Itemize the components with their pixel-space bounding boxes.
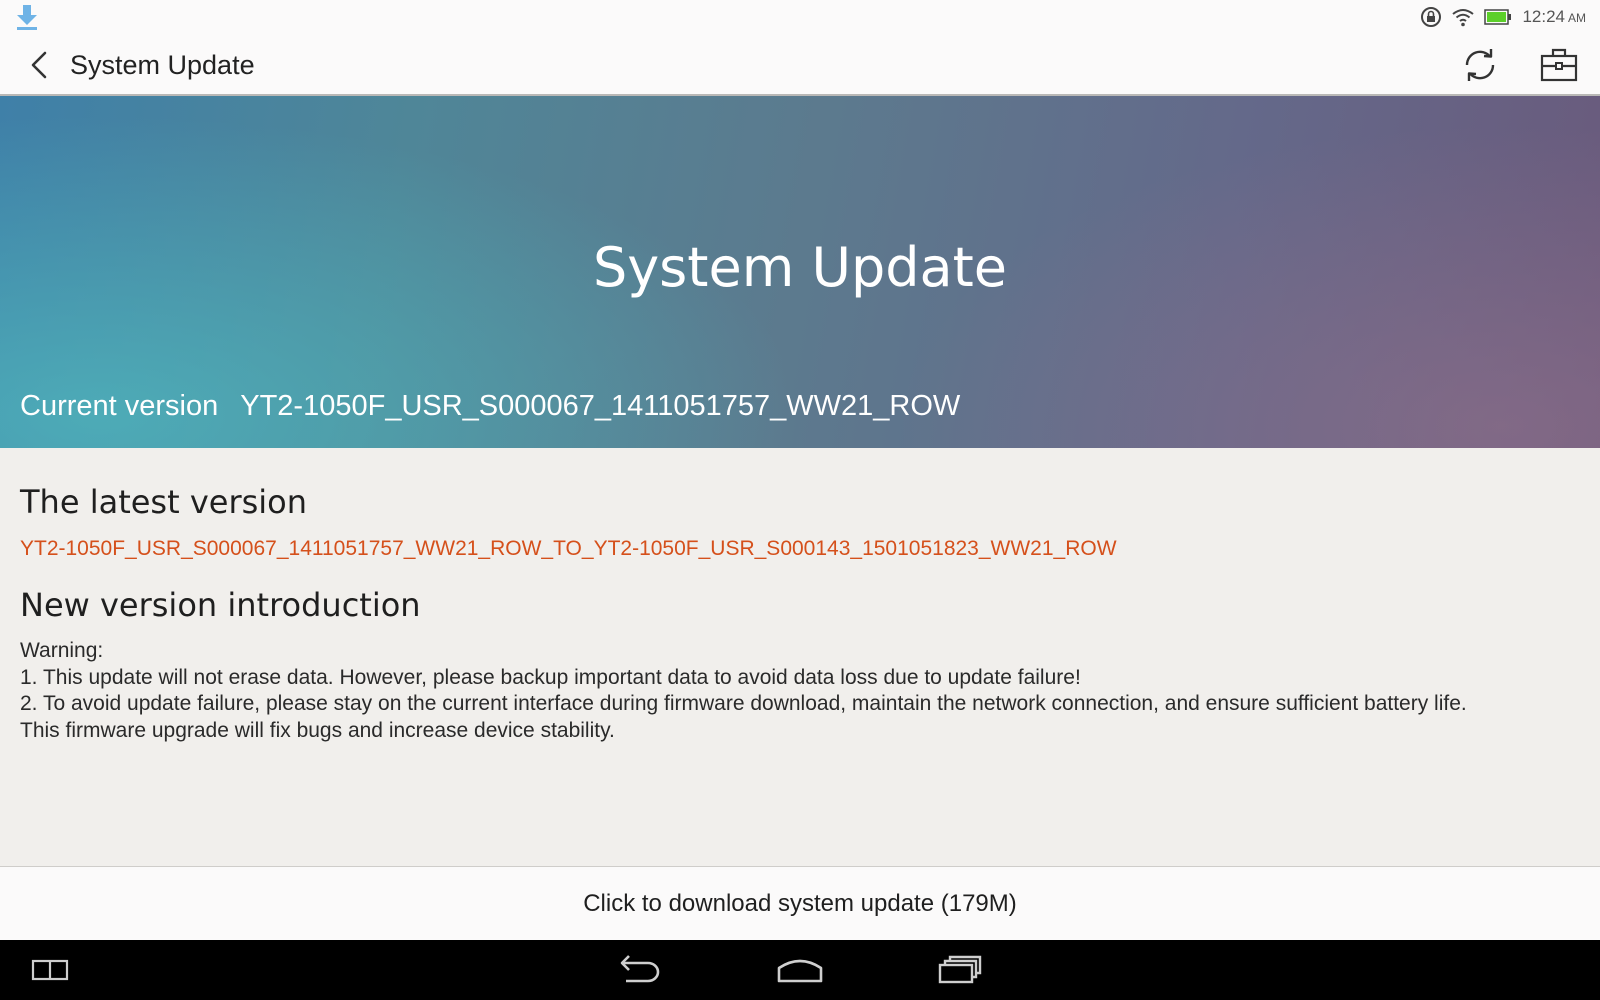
recent-apps-icon[interactable] (936, 950, 984, 990)
download-update-button[interactable]: Click to download system update (179M) (0, 866, 1600, 940)
screen: 12:24 AM System Update System Update Curr… (0, 0, 1600, 1000)
battery-icon (1484, 9, 1512, 25)
action-bar-title: System Update (70, 50, 255, 80)
status-clock: 12:24 AM (1522, 7, 1586, 27)
download-update-label: Click to download system update (179M) (583, 890, 1017, 917)
latest-version-heading: The latest version (20, 483, 308, 521)
introduction-line: 1. This update will not erase data. Howe… (20, 665, 1081, 689)
lock-rotation-icon (1421, 7, 1442, 27)
home-icon[interactable] (776, 950, 824, 990)
wifi-icon (1452, 9, 1475, 27)
current-version-label: Current version (20, 390, 219, 422)
action-bar: System Update (0, 34, 1600, 96)
status-icons: 12:24 AM (1420, 4, 1586, 30)
hero-banner: System Update Current version YT2-1050F_U… (0, 96, 1600, 448)
download-icon (17, 5, 37, 30)
toolbox-icon[interactable] (1538, 46, 1580, 84)
current-version-row: Current version YT2-1050F_USR_S000067_141… (20, 388, 960, 424)
back-nav-icon[interactable] (616, 950, 664, 990)
current-version-value: YT2-1050F_USR_S000067_1411051757_WW21_RO… (240, 390, 961, 422)
update-details: The latest version YT2-1050F_USR_S000067… (0, 448, 1600, 866)
status-bar: 12:24 AM (0, 0, 1600, 34)
introduction-heading: New version introduction (20, 586, 421, 624)
status-time-ampm: AM (1568, 11, 1586, 25)
back-arrow-icon[interactable] (22, 48, 56, 82)
navigation-bar (0, 940, 1600, 1000)
status-time-value: 12:24 (1522, 7, 1565, 26)
introduction-line: Warning: (20, 639, 104, 662)
introduction-line: This firmware upgrade will fix bugs and … (20, 718, 615, 742)
split-screen-icon[interactable] (30, 950, 70, 990)
introduction-body: Warning: 1. This update will not erase d… (20, 638, 1580, 744)
hero-title: System Update (592, 236, 1008, 299)
introduction-line: 2. To avoid update failure, please stay … (20, 692, 1467, 715)
latest-version-value: YT2-1050F_USR_S000067_1411051757_WW21_RO… (20, 537, 1117, 560)
refresh-icon[interactable] (1460, 45, 1500, 85)
